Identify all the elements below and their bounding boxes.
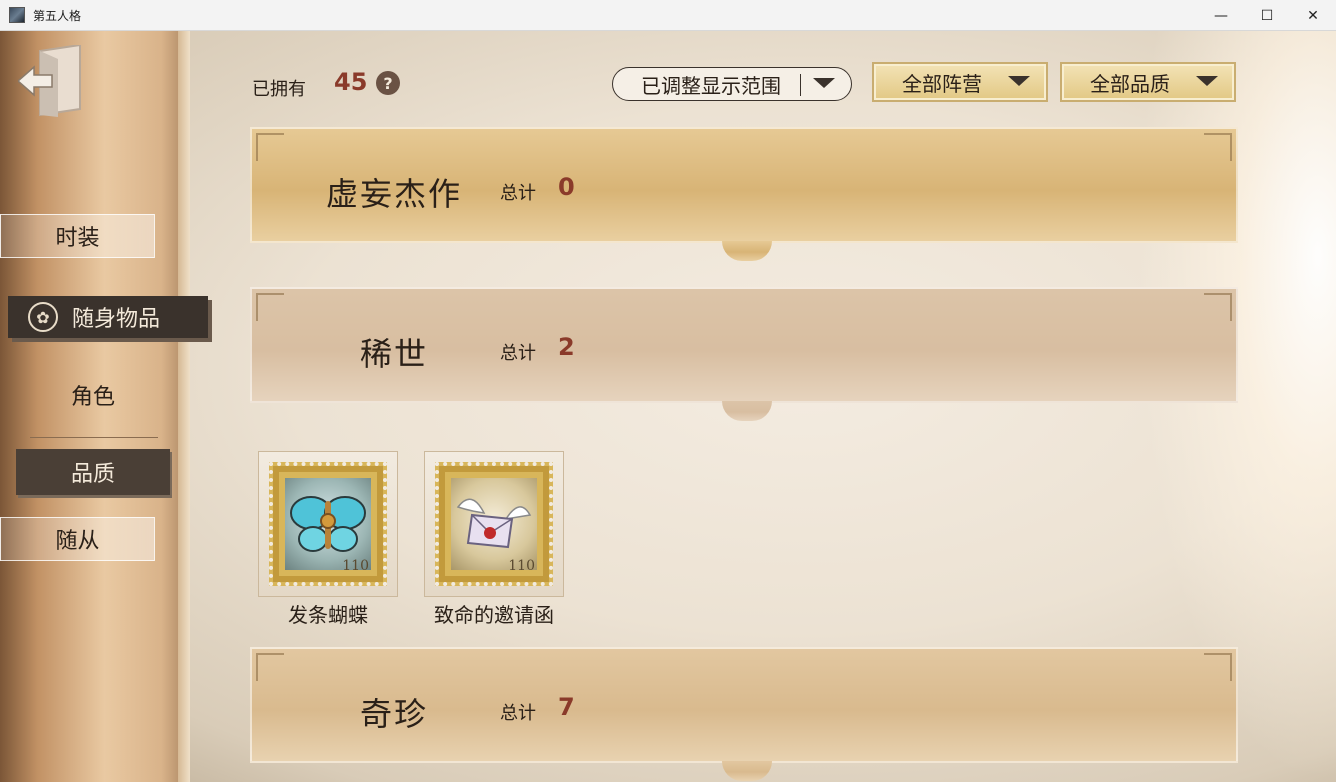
owned-count: 45 bbox=[334, 68, 368, 96]
quality-dropdown[interactable]: 全部品质 bbox=[1060, 62, 1236, 102]
item-card[interactable]: 110 bbox=[424, 451, 564, 597]
category-banner-rare[interactable]: 稀世 总计 2 bbox=[250, 287, 1238, 421]
corner-ornament bbox=[1204, 293, 1232, 321]
maximize-button[interactable]: ☐ bbox=[1244, 0, 1290, 31]
chevron-down-icon bbox=[1196, 76, 1218, 86]
item-stamp: 110 bbox=[435, 462, 553, 586]
category-count: 0 bbox=[558, 173, 575, 201]
sidebar-tab-costume[interactable]: 时装 bbox=[0, 214, 155, 258]
sidebar-tab-companion[interactable]: 随从 bbox=[0, 517, 155, 561]
sidebar-tab-character[interactable]: 角色 bbox=[0, 379, 186, 411]
category-count: 2 bbox=[558, 333, 575, 361]
dropdown-label: 已调整显示范围 bbox=[641, 73, 781, 98]
faction-dropdown[interactable]: 全部阵营 bbox=[872, 62, 1048, 102]
chevron-down-icon bbox=[813, 78, 835, 88]
dropdown-separator bbox=[800, 74, 801, 96]
app-icon bbox=[9, 7, 25, 23]
corner-ornament bbox=[256, 653, 284, 681]
corner-ornament bbox=[1204, 653, 1232, 681]
item-stamp: 110 bbox=[269, 462, 387, 586]
item-card[interactable]: 110 bbox=[258, 451, 398, 597]
category-title: 奇珍 bbox=[360, 695, 429, 733]
sidebar-tab-label: 时装 bbox=[55, 226, 100, 251]
close-button[interactable]: ✕ bbox=[1290, 0, 1336, 31]
winged-letter-icon bbox=[451, 478, 537, 570]
help-icon[interactable]: ? bbox=[376, 71, 400, 95]
sidebar-divider bbox=[30, 437, 158, 438]
sidebar-tab-label: 随从 bbox=[55, 529, 100, 554]
emblem-icon: ✿ bbox=[28, 302, 58, 332]
dropdown-label: 全部阵营 bbox=[902, 71, 982, 96]
category-title: 稀世 bbox=[360, 335, 429, 373]
game-viewport: 时装 ✿ 随身物品 角色 品质 随从 已拥有 45 ? 已调整显示范围 全部阵营… bbox=[0, 31, 1336, 782]
category-banner-masterpiece[interactable]: 虚妄杰作 总计 0 bbox=[250, 127, 1238, 261]
category-total-label: 总计 bbox=[500, 703, 536, 724]
corner-ornament bbox=[1204, 133, 1232, 161]
category-title: 虚妄杰作 bbox=[326, 175, 463, 213]
stamp-number: 110 bbox=[508, 558, 535, 574]
corner-ornament bbox=[256, 133, 284, 161]
stamp-number: 110 bbox=[342, 558, 369, 574]
minimize-button[interactable]: — bbox=[1198, 0, 1244, 31]
sidebar-tab-label: 随身物品 bbox=[72, 307, 161, 332]
window-title: 第五人格 bbox=[33, 8, 82, 23]
sidebar-tab-accessories[interactable]: ✿ 随身物品 bbox=[8, 296, 208, 338]
display-range-dropdown[interactable]: 已调整显示范围 bbox=[612, 67, 852, 101]
category-count: 7 bbox=[558, 693, 575, 721]
butterfly-icon bbox=[285, 478, 371, 570]
item-name: 发条蝴蝶 bbox=[288, 603, 368, 627]
owned-label: 已拥有 bbox=[252, 79, 306, 100]
item-name: 致命的邀请函 bbox=[434, 603, 554, 627]
category-total-label: 总计 bbox=[500, 183, 536, 204]
window-titlebar: 第五人格 — ☐ ✕ bbox=[0, 0, 1336, 31]
chevron-down-icon bbox=[1008, 76, 1030, 86]
back-icon[interactable] bbox=[16, 43, 86, 117]
category-banner-treasure[interactable]: 奇珍 总计 7 bbox=[250, 647, 1238, 781]
sidebar-tab-quality[interactable]: 品质 bbox=[16, 449, 170, 495]
dropdown-label: 全部品质 bbox=[1090, 71, 1170, 96]
sidebar-tab-label: 品质 bbox=[70, 462, 115, 487]
corner-ornament bbox=[256, 293, 284, 321]
category-total-label: 总计 bbox=[500, 343, 536, 364]
